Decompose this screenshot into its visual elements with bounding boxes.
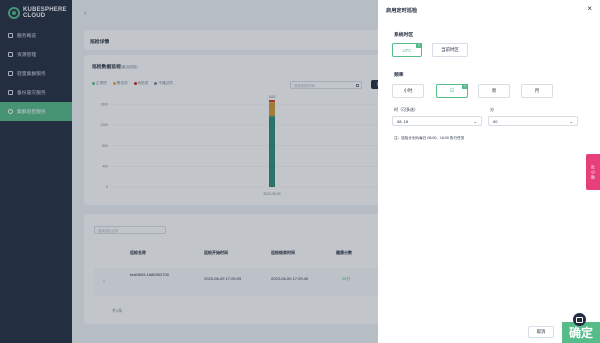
assistant-tab[interactable]: 社 小 助	[586, 154, 600, 190]
frequency-week-option[interactable]: 周	[478, 84, 510, 98]
chevron-down-icon: ⌄	[473, 118, 477, 124]
timezone-label: 系统时区	[394, 33, 414, 38]
frequency-month-option[interactable]: 月	[521, 84, 553, 98]
chat-icon[interactable]	[573, 313, 586, 326]
timezone-utc-option[interactable]: UTC	[392, 43, 422, 57]
schedule-note: 注：巡检计划为每日 08:00、18:00 执行任务	[394, 136, 465, 140]
chevron-down-icon: ⌄	[569, 118, 573, 124]
minute-select-value: 00	[493, 118, 498, 124]
drawer-title: 启用定时巡检	[386, 8, 418, 14]
hour-select-value: 08, 18	[397, 118, 409, 124]
frequency-label: 频率	[394, 73, 404, 78]
frequency-hour-option[interactable]: 小时	[392, 84, 424, 98]
hour-select[interactable]: 08, 18 ⌄	[392, 116, 482, 126]
minute-select[interactable]: 00 ⌄	[488, 116, 578, 126]
hour-label: 时（可多选）	[394, 107, 418, 112]
frequency-day-option[interactable]: 日	[436, 84, 468, 98]
cancel-button[interactable]: 取消	[528, 326, 554, 338]
schedule-drawer: 启用定时巡检 × 系统时区 UTC 当前时区 频率 小时 日 周 月 时（可多选…	[378, 0, 600, 343]
close-icon[interactable]: ×	[587, 4, 592, 13]
modal-overlay[interactable]	[0, 0, 378, 343]
timezone-local-option[interactable]: 当前时区	[432, 43, 468, 57]
minute-label: 分	[490, 107, 494, 112]
